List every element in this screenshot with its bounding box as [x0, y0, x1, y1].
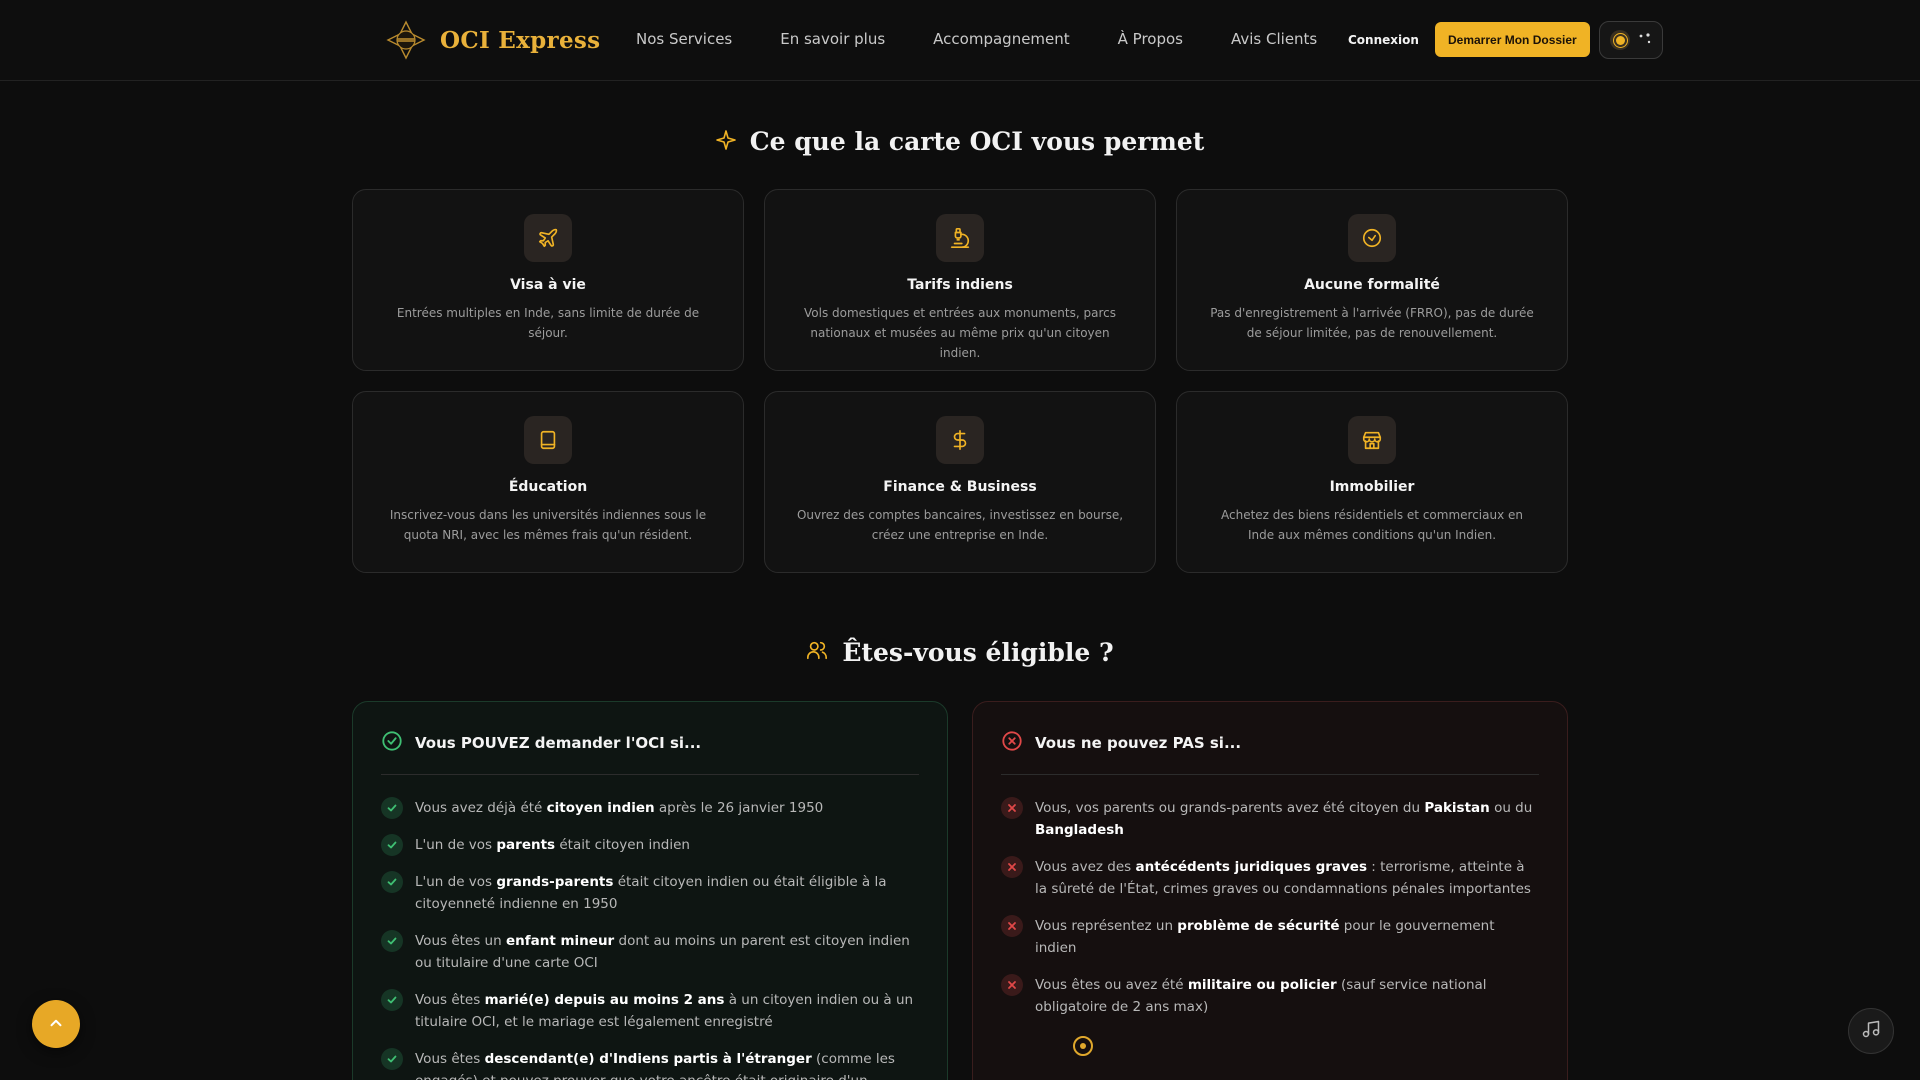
logo[interactable]: OCI Express [386, 20, 600, 60]
login-link[interactable]: Connexion [1348, 33, 1419, 47]
benefit-card: Finance & Business Ouvrez des comptes ba… [764, 391, 1156, 573]
benefit-card: Visa à vie Entrées multiples en Inde, sa… [352, 189, 744, 371]
eligible-list: Vous avez déjà été citoyen indien après … [381, 797, 919, 1080]
dollar-icon [936, 416, 984, 464]
check-icon [381, 834, 403, 856]
nav-learn-more[interactable]: En savoir plus [780, 30, 885, 48]
list-item: Vous, vos parents ou grands-parents avez… [1001, 797, 1539, 841]
sparkle-icon [715, 127, 736, 156]
x-icon [1001, 856, 1023, 878]
x-icon [1001, 915, 1023, 937]
benefit-title: Tarifs indiens [907, 277, 1013, 293]
benefit-title: Éducation [508, 479, 588, 495]
check-circle-icon [1348, 214, 1396, 262]
music-note-icon [1861, 1019, 1881, 1043]
benefit-title: Finance & Business [883, 479, 1037, 495]
benefit-card: Tarifs indiens Vols domestiques et entré… [764, 189, 1156, 371]
benefits-grid: Visa à vie Entrées multiples en Inde, sa… [352, 189, 1568, 573]
benefit-title: Immobilier [1329, 479, 1415, 495]
benefit-desc: Achetez des biens résidentiels et commer… [1221, 508, 1523, 542]
monument-icon [936, 214, 984, 262]
book-icon [524, 416, 572, 464]
nav-support[interactable]: Accompagnement [933, 30, 1069, 48]
list-item: L'un de vos grands-parents était citoyen… [381, 871, 919, 915]
target-dot-icon [1073, 1036, 1093, 1056]
not-eligible-panel: Vous ne pouvez PAS si... Vous, vos paren… [972, 701, 1568, 1080]
benefit-title: Visa à vie [510, 277, 586, 293]
benefit-desc: Inscrivez-vous dans les universités indi… [389, 508, 707, 542]
benefit-card: Aucune formalité Pas d'enregistrement à … [1176, 189, 1568, 371]
music-toggle-button[interactable] [1848, 1008, 1894, 1054]
eligibility-title-text: Êtes-vous éligible ? [842, 638, 1114, 667]
list-item: Vous êtes marié(e) depuis au moins 2 ans… [381, 989, 919, 1033]
users-icon [806, 638, 828, 667]
stars-icon [1638, 31, 1652, 50]
scroll-to-top-button[interactable] [32, 1000, 80, 1048]
list-item: Vous avez des antécédents juridiques gra… [1001, 856, 1539, 900]
x-circle-icon [1001, 730, 1023, 756]
list-item: Vous êtes ou avez été militaire ou polic… [1001, 974, 1539, 1018]
brand-name: OCI Express [440, 26, 601, 54]
check-icon [381, 797, 403, 819]
benefit-card: Immobilier Achetez des biens résidentiel… [1176, 391, 1568, 573]
benefit-desc: Entrées multiples en Inde, sans limite d… [396, 306, 700, 340]
benefit-desc: Ouvrez des comptes bancaires, investisse… [796, 508, 1124, 542]
benefits-title: Ce que la carte OCI vous permet [0, 127, 1920, 156]
chevron-up-icon [47, 1014, 65, 1035]
sun-icon [1610, 30, 1630, 50]
eligible-panel-header: Vous POUVEZ demander l'OCI si... [381, 730, 919, 775]
logo-emblem-icon [386, 20, 426, 60]
not-eligible-list: Vous, vos parents ou grands-parents avez… [1001, 797, 1539, 1018]
eligibility-title: Êtes-vous éligible ? [0, 638, 1920, 667]
theme-toggle[interactable] [1599, 21, 1663, 59]
list-item: Vous êtes descendant(e) d'Indiens partis… [381, 1048, 919, 1080]
not-eligible-panel-header: Vous ne pouvez PAS si... [1001, 730, 1539, 775]
eligible-panel-title: Vous POUVEZ demander l'OCI si... [415, 734, 702, 752]
start-file-button[interactable]: Demarrer Mon Dossier [1435, 22, 1590, 57]
site-header: OCI Express Nos Services En savoir plus … [0, 0, 1920, 81]
store-icon [1348, 416, 1396, 464]
list-item: Vous êtes un enfant mineur dont au moins… [381, 930, 919, 974]
list-item: L'un de vos parents était citoyen indien [381, 834, 919, 856]
check-icon [381, 1048, 403, 1070]
benefit-desc: Vols domestiques et entrées aux monument… [804, 306, 1116, 360]
check-circle-icon [381, 730, 403, 756]
list-item: Vous avez déjà été citoyen indien après … [381, 797, 919, 819]
benefit-desc: Pas d'enregistrement à l'arrivée (FRRO),… [1210, 306, 1534, 340]
x-icon [1001, 974, 1023, 996]
check-icon [381, 930, 403, 952]
benefits-title-text: Ce que la carte OCI vous permet [749, 127, 1205, 156]
x-icon [1001, 797, 1023, 819]
list-item: Vous représentez un problème de sécurité… [1001, 915, 1539, 959]
benefit-title: Aucune formalité [1304, 277, 1440, 293]
plane-icon [524, 214, 572, 262]
nav-services[interactable]: Nos Services [636, 30, 732, 48]
main-nav: Nos Services En savoir plus Accompagneme… [636, 30, 1317, 48]
check-icon [381, 989, 403, 1011]
not-eligible-panel-title: Vous ne pouvez PAS si... [1035, 734, 1242, 752]
nav-about[interactable]: À Propos [1118, 30, 1183, 48]
benefit-card: Éducation Inscrivez-vous dans les univer… [352, 391, 744, 573]
eligible-panel: Vous POUVEZ demander l'OCI si... Vous av… [352, 701, 948, 1080]
check-icon [381, 871, 403, 893]
nav-reviews[interactable]: Avis Clients [1231, 30, 1317, 48]
